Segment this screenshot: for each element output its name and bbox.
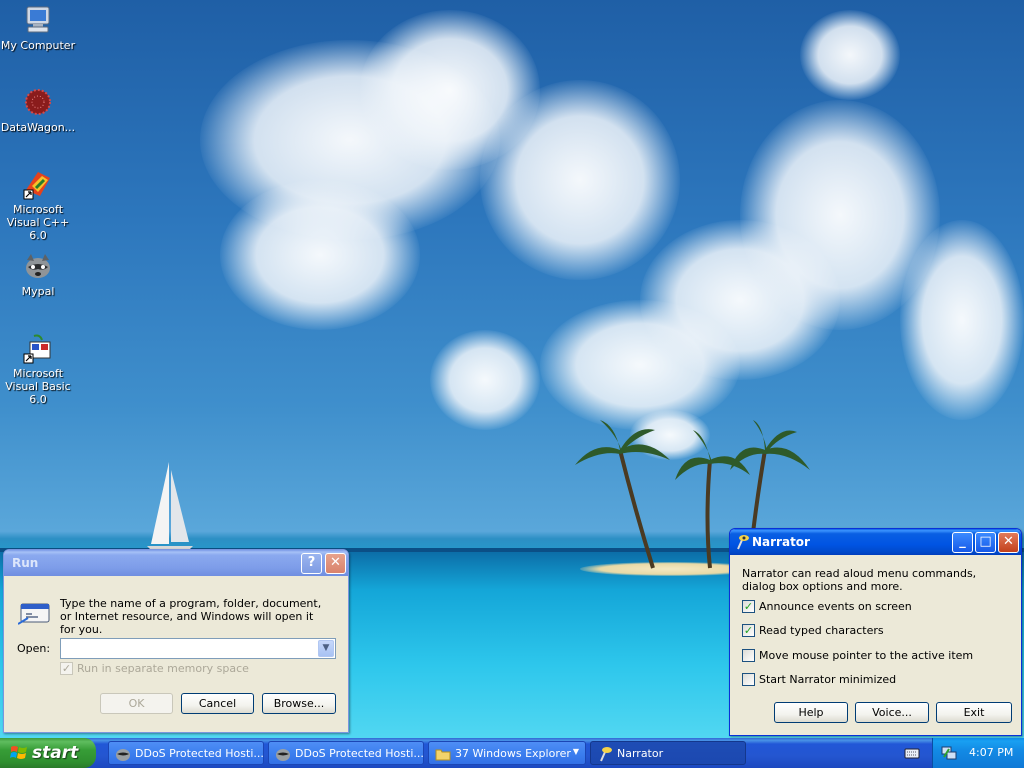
start-button[interactable]: start (0, 738, 96, 768)
checkbox-unchecked[interactable] (742, 648, 755, 662)
desktop-icon-visual-cpp[interactable]: Microsoft Visual C++ 6.0 (0, 168, 76, 242)
taskbar-item-label: DDoS Protected Hosti... (135, 747, 264, 760)
run-titlebar[interactable]: Run ? ✕ (4, 550, 348, 576)
folder-icon (435, 749, 451, 761)
option-announce-events[interactable]: ✓ Announce events on screen (742, 599, 912, 614)
desktop-icon-label: My Computer (0, 39, 76, 52)
sailboat (147, 462, 193, 552)
option-label: Announce events on screen (759, 600, 912, 613)
desktop-icon-label: Microsoft Visual Basic 6.0 (5, 367, 71, 406)
voice-button[interactable]: Voice... (855, 702, 929, 723)
computer-icon (26, 6, 50, 33)
cloud (480, 80, 680, 280)
open-combobox[interactable]: ▼ (60, 638, 336, 659)
separate-memory-label: Run in separate memory space (77, 662, 249, 675)
desktop-icon-label: Mypal (21, 285, 55, 298)
keyboard-icon[interactable] (904, 746, 920, 760)
network-status-icon[interactable] (941, 745, 957, 761)
cloud (900, 220, 1024, 420)
window-title: Run (12, 556, 39, 570)
raccoon-browser-icon (276, 749, 290, 761)
taskbar-item-ddos-1[interactable]: DDoS Protected Hosti... (108, 741, 264, 765)
chevron-down-icon[interactable]: ▼ (318, 640, 334, 657)
option-move-pointer[interactable]: Move mouse pointer to the active item (742, 648, 974, 663)
raccoon-browser-icon (116, 749, 130, 761)
cloud (220, 180, 420, 330)
ok-button[interactable]: OK (100, 693, 173, 714)
narrator-titlebar[interactable]: Narrator _ □ ✕ (730, 529, 1021, 555)
option-label: Start Narrator minimized (759, 673, 897, 686)
run-icon (18, 603, 50, 625)
system-tray: 4:07 PM (932, 738, 1024, 768)
narrator-icon (600, 747, 612, 762)
taskbar-item-label: Narrator (617, 747, 664, 760)
close-button[interactable]: ✕ (998, 532, 1019, 553)
desktop-icon-label: Microsoft Visual C++ 6.0 (6, 203, 70, 242)
desktop-icon-label: DataWagon... (0, 121, 76, 134)
cloud (800, 10, 900, 100)
browse-button[interactable]: Browse... (262, 693, 336, 714)
windows-logo-icon (10, 746, 27, 759)
exit-button[interactable]: Exit (936, 702, 1012, 723)
option-read-typed[interactable]: ✓ Read typed characters (742, 623, 884, 638)
narrator-window: Narrator _ □ ✕ Narrator can read aloud m… (729, 528, 1022, 736)
taskbar-item-label: 37 Windows Explorer (455, 747, 571, 760)
taskbar: start DDoS Protected Hosti... DDoS Prote… (0, 738, 1024, 768)
separate-memory-checkbox: ✓ Run in separate memory space (60, 661, 249, 676)
help-button[interactable]: ? (301, 553, 322, 574)
narrator-icon (737, 535, 749, 550)
window-title: Narrator (752, 535, 810, 549)
desktop-icon-datawagon[interactable]: DataWagon... (0, 86, 76, 134)
network-globe-icon (25, 89, 51, 115)
clock[interactable]: 4:07 PM (969, 746, 1013, 759)
narrator-description: Narrator can read aloud menu commands, d… (742, 567, 977, 593)
minimize-button[interactable]: _ (952, 532, 973, 553)
visual-cpp-icon (23, 172, 50, 200)
desktop-icon-mypal[interactable]: Mypal (0, 250, 76, 298)
open-label: Open: (17, 642, 51, 655)
taskbar-item-narrator[interactable]: Narrator (590, 741, 746, 765)
option-start-minimized[interactable]: Start Narrator minimized (742, 672, 897, 687)
checkbox-checked: ✓ (60, 661, 73, 675)
start-label: start (32, 743, 79, 763)
help-button[interactable]: Help (774, 702, 848, 723)
option-label: Read typed characters (759, 624, 884, 637)
taskbar-item-windows-explorer[interactable]: 37 Windows Explorer ▼ (428, 741, 586, 765)
cloud (430, 330, 540, 430)
raccoon-browser-icon (26, 254, 50, 278)
taskbar-item-label: DDoS Protected Hosti... (295, 747, 424, 760)
checkbox-checked[interactable]: ✓ (742, 599, 755, 613)
option-label: Move mouse pointer to the active item (759, 649, 974, 662)
close-button[interactable]: ✕ (325, 553, 346, 574)
cancel-button[interactable]: Cancel (181, 693, 254, 714)
desktop-icon-visual-basic[interactable]: Microsoft Visual Basic 6.0 (0, 332, 76, 406)
chevron-down-icon[interactable]: ▼ (573, 747, 579, 756)
run-dialog: Run ? ✕ Type the name of a program, fold… (3, 549, 349, 733)
desktop-icon-my-computer[interactable]: My Computer (0, 4, 76, 52)
checkbox-checked[interactable]: ✓ (742, 623, 755, 637)
run-description: Type the name of a program, folder, docu… (60, 597, 322, 636)
checkbox-unchecked[interactable] (742, 672, 755, 686)
visual-basic-icon (23, 334, 51, 364)
taskbar-item-ddos-2[interactable]: DDoS Protected Hosti... (268, 741, 424, 765)
maximize-button[interactable]: □ (975, 532, 996, 553)
